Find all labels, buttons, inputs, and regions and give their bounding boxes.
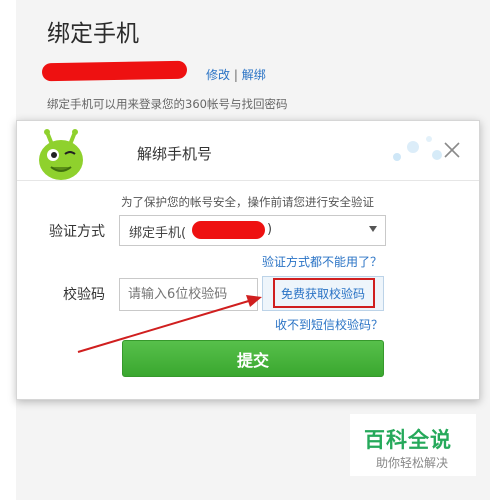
select-value-suffix: ) (267, 222, 273, 237)
verification-method-label: 验证方式 (49, 224, 105, 240)
unbind-link[interactable]: 解绑 (242, 68, 266, 82)
dialog-header: 解绑手机号 (17, 121, 479, 181)
actions-separator: | (233, 68, 238, 82)
watermark: 百科全说 助你轻松解决 (350, 414, 476, 476)
submit-button[interactable]: 提交 (122, 340, 384, 377)
page-title: 绑定手机 (47, 21, 139, 47)
verification-method-select[interactable]: 绑定手机( ) (119, 215, 386, 246)
phone-actions: 修改 | 解绑 (206, 66, 266, 83)
select-number-redaction (192, 221, 265, 239)
close-icon[interactable] (443, 141, 461, 159)
phone-number-redaction (41, 60, 188, 82)
select-value-prefix: 绑定手机( (129, 226, 187, 241)
method-unavailable-link[interactable]: 验证方式都不能用了？ (262, 253, 382, 270)
verification-code-label: 校验码 (63, 287, 105, 303)
get-code-button[interactable]: 免费获取校验码 (262, 276, 384, 311)
watermark-title: 百科全说 (364, 428, 452, 452)
unbind-phone-dialog: 解绑手机号 为了保护您的帐号安全，操作前请您进行安全验证 验证方式 绑定手机( … (16, 120, 480, 400)
verification-code-input[interactable] (119, 278, 258, 311)
right-margin (490, 0, 500, 500)
watermark-subtitle: 助你轻松解决 (376, 456, 449, 470)
dialog-title: 解绑手机号 (137, 145, 213, 163)
mascot-icon (39, 129, 83, 180)
left-margin (0, 0, 16, 500)
no-sms-link[interactable]: 收不到短信校验码？ (275, 316, 383, 333)
chevron-down-icon (369, 226, 377, 232)
decorative-dots (393, 136, 442, 161)
security-notice: 为了保护您的帐号安全，操作前请您进行安全验证 (121, 195, 374, 209)
bind-description: 绑定手机可以用来登录您的360帐号与找回密码 (47, 97, 288, 111)
modify-link[interactable]: 修改 (206, 68, 230, 82)
